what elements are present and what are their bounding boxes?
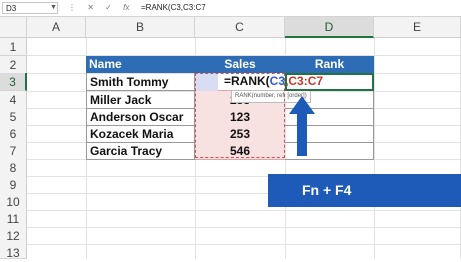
cancel-icon[interactable]: ✕ <box>87 3 94 12</box>
row-header-7[interactable]: 7 <box>0 142 27 160</box>
column-header-a[interactable]: A <box>27 17 86 38</box>
cell-name[interactable]: Garcia Tracy <box>86 142 195 160</box>
table-header-name[interactable]: Name <box>86 56 195 73</box>
up-arrow-icon <box>289 96 315 156</box>
row-header-8[interactable]: 8 <box>0 159 27 177</box>
shortcut-banner: Fn + F4 <box>268 174 461 207</box>
select-all-corner[interactable] <box>0 17 27 38</box>
cell-name[interactable]: Anderson Oscar <box>86 108 195 126</box>
column-header-c[interactable]: C <box>195 17 285 38</box>
more-options-icon[interactable]: ⋮ <box>68 3 76 12</box>
cell-name[interactable]: Kozacek Maria <box>86 125 195 143</box>
grid-line <box>27 227 461 228</box>
formula-ref-range: C3:C7 <box>288 74 324 88</box>
enter-icon[interactable]: ✓ <box>105 3 112 12</box>
row-header-10[interactable]: 10 <box>0 193 27 211</box>
formula-input[interactable]: =RANK(C3,C3:C7 <box>141 2 206 14</box>
column-header-b[interactable]: B <box>86 17 195 38</box>
cell-formula-editor[interactable]: =RANK(C3,C3:C7 <box>224 72 323 90</box>
column-header-e[interactable]: E <box>374 17 461 38</box>
cell-name[interactable]: Smith Tommy <box>86 73 195 91</box>
row-header-1[interactable]: 1 <box>0 38 27 56</box>
formula-bar-icons: ⋮ ✕ ✓ fx <box>68 2 138 14</box>
name-box-dropdown-icon[interactable]: ▼ <box>50 2 57 14</box>
table-header-rank[interactable]: Rank <box>285 56 374 73</box>
formula-prefix: =RANK( <box>224 74 270 88</box>
reference-highlight-c3 <box>195 73 218 91</box>
row-header-6[interactable]: 6 <box>0 125 27 143</box>
grid-line <box>27 210 461 211</box>
grid-line <box>374 38 375 259</box>
formula-ref-c3: C3 <box>269 74 286 88</box>
cell-sales[interactable]: 123 <box>195 108 285 126</box>
table-header-sales[interactable]: Sales <box>195 56 285 73</box>
row-header-2[interactable]: 2 <box>0 56 27 74</box>
cell-sales[interactable]: 253 <box>195 125 285 143</box>
row-header-4[interactable]: 4 <box>0 91 27 109</box>
row-header-11[interactable]: 11 <box>0 210 27 228</box>
row-header-9[interactable]: 9 <box>0 176 27 194</box>
grid-line <box>27 244 461 245</box>
formula-bar: D3 ▼ ⋮ ✕ ✓ fx =RANK(C3,C3:C7 <box>0 0 461 17</box>
cell-name[interactable]: Miller Jack <box>86 91 195 109</box>
cell-sales[interactable]: 546 <box>195 142 285 160</box>
insert-function-icon[interactable]: fx <box>123 3 129 12</box>
column-header-d[interactable]: D <box>285 17 374 38</box>
row-header-13[interactable]: 13 <box>0 244 27 260</box>
row-header-5[interactable]: 5 <box>0 108 27 126</box>
row-header-3[interactable]: 3 <box>0 73 27 91</box>
row-header-12[interactable]: 12 <box>0 227 27 245</box>
